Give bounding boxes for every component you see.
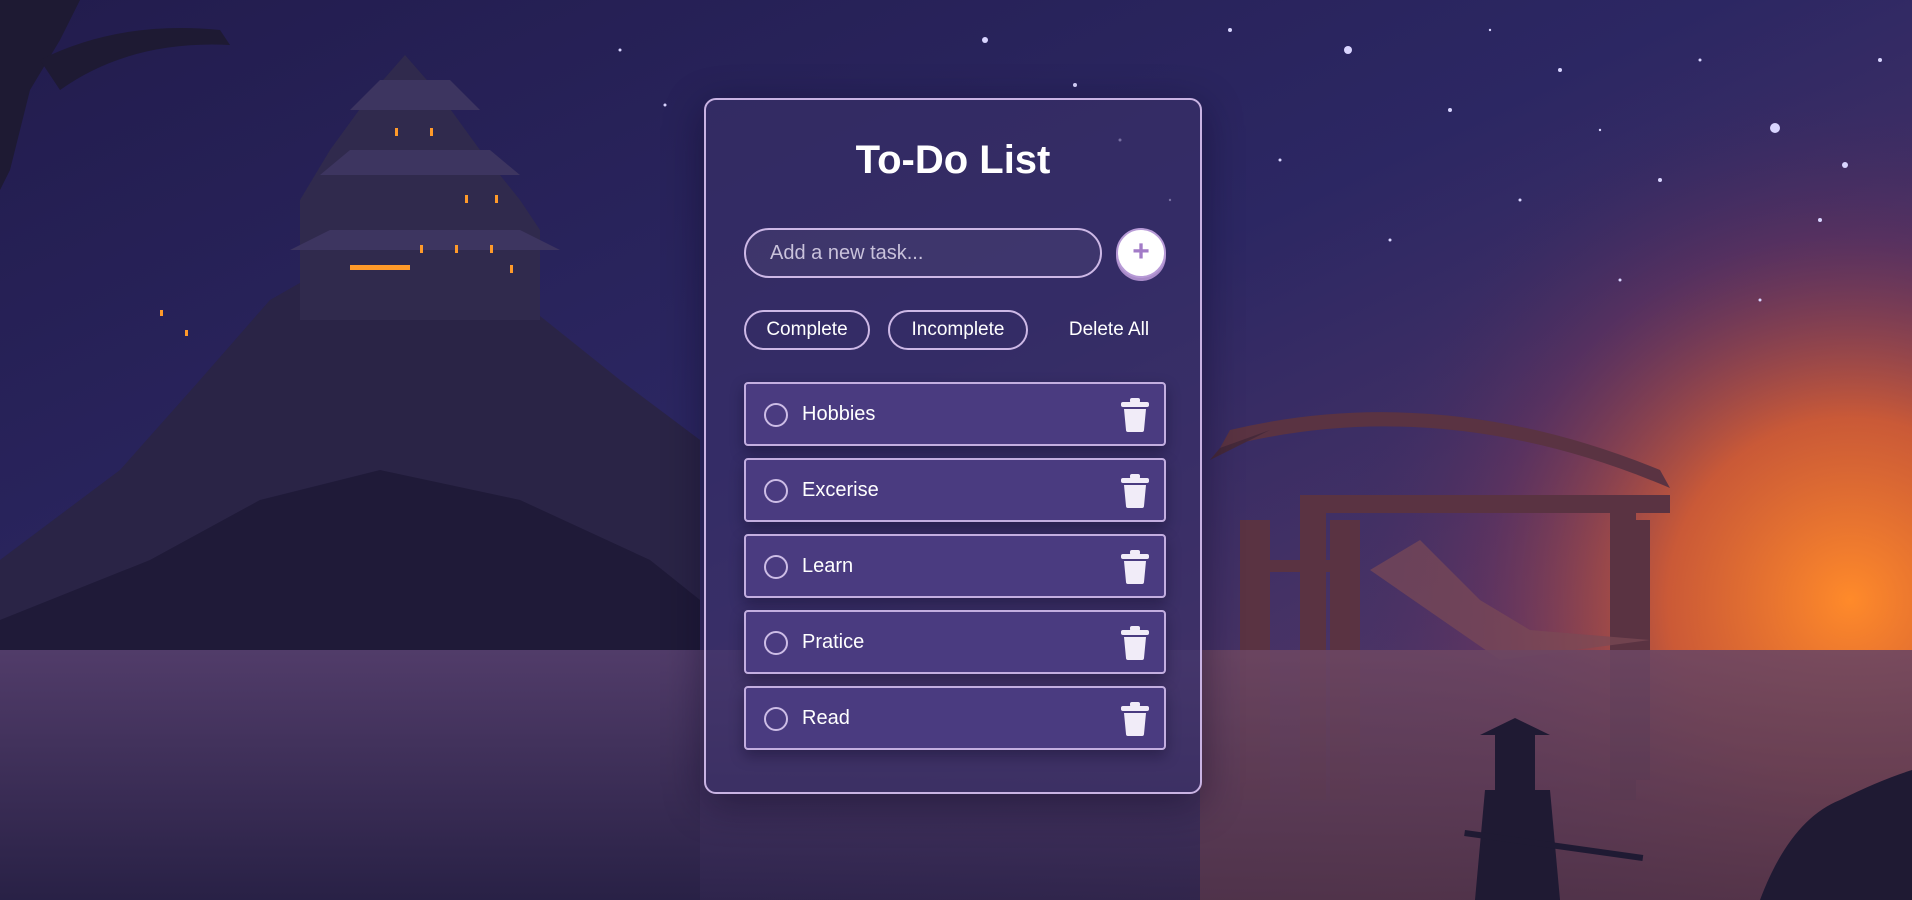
circle-checkbox-icon[interactable] <box>764 479 788 503</box>
circle-checkbox-icon[interactable] <box>764 555 788 579</box>
delete-all-button[interactable]: Delete All <box>1044 310 1174 350</box>
task-item[interactable]: Hobbies <box>744 382 1166 446</box>
circle-checkbox-icon[interactable] <box>764 631 788 655</box>
task-item[interactable]: Pratice <box>744 610 1166 674</box>
todo-card: To-Do List + Complete Incomplete Delete … <box>704 98 1202 794</box>
task-item[interactable]: Excerise <box>744 458 1166 522</box>
task-label: Excerise <box>802 479 879 501</box>
trash-icon[interactable] <box>1120 474 1150 508</box>
page-title: To-Do List <box>855 138 1051 182</box>
trash-icon[interactable] <box>1120 626 1150 660</box>
filter-incomplete-button[interactable]: Incomplete <box>888 310 1028 350</box>
task-label: Learn <box>802 555 854 577</box>
task-label: Hobbies <box>802 403 876 425</box>
task-item[interactable]: Learn <box>744 534 1166 598</box>
new-task-input[interactable] <box>744 228 1102 278</box>
add-task-button[interactable]: + <box>1116 228 1166 278</box>
filter-complete-button[interactable]: Complete <box>744 310 870 350</box>
trash-icon[interactable] <box>1120 398 1150 432</box>
task-label: Read <box>802 707 850 729</box>
trash-icon[interactable] <box>1120 702 1150 736</box>
plus-icon: + <box>1132 235 1150 268</box>
circle-checkbox-icon[interactable] <box>764 403 788 427</box>
trash-icon[interactable] <box>1120 550 1150 584</box>
circle-checkbox-icon[interactable] <box>764 707 788 731</box>
task-label: Pratice <box>802 631 865 653</box>
task-item[interactable]: Read <box>744 686 1166 750</box>
task-list: Hobbies Excerise Learn Pratice Read <box>744 382 1166 762</box>
